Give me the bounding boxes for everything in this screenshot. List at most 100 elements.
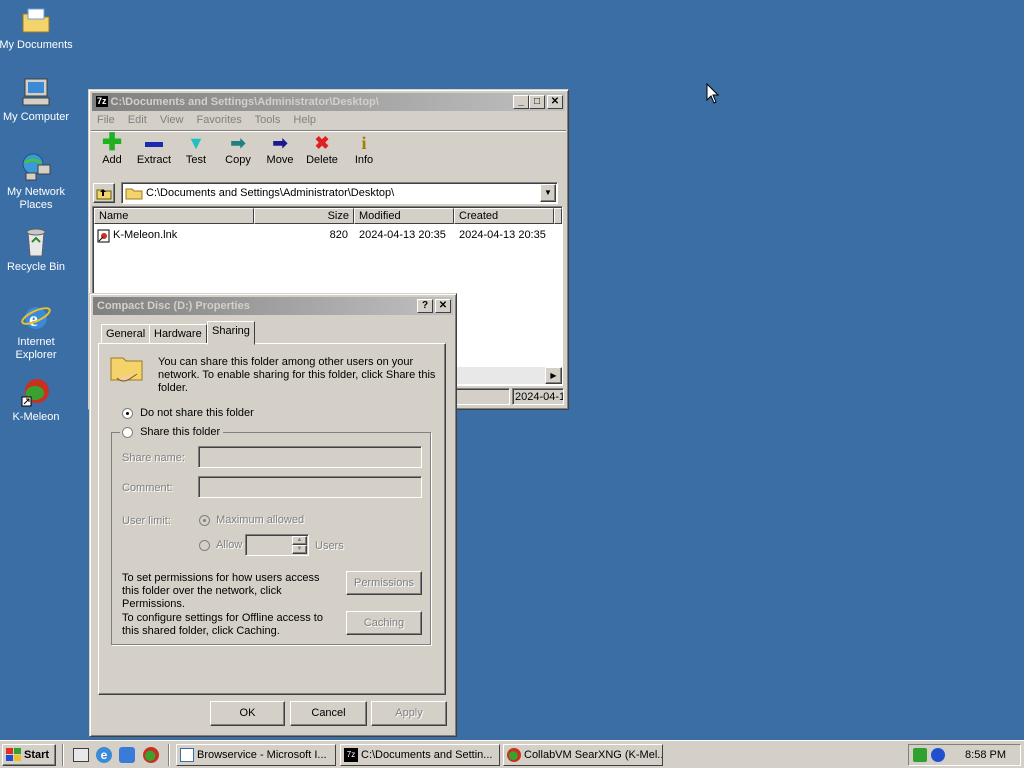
taskbar-separator [168,744,170,766]
radio-button[interactable] [199,539,210,551]
permissions-button[interactable]: Permissions [346,571,422,595]
move-arrow-icon: ➡ [272,133,288,153]
folder-icon [125,188,143,200]
toolbar-extract-button[interactable]: Extract [134,132,174,166]
radio-label: Do not share this folder [140,407,254,419]
file-manager-titlebar[interactable]: 7z C:\Documents and Settings\Administrato… [92,93,565,111]
radio-button[interactable] [122,407,133,419]
desktop-icon-label: Internet Explorer [15,336,57,361]
cell-size: 820 [329,229,348,241]
desktop-icon-recycle-bin[interactable]: Recycle Bin [0,226,74,274]
info-icon: i [361,133,367,153]
menu-file[interactable]: File [97,114,115,126]
taskbar-task-file-manager[interactable]: 7z C:\Documents and Settin... [340,744,500,766]
toolbar-copy-button[interactable]: ➡ Copy [218,132,258,166]
menu-tools[interactable]: Tools [255,114,281,126]
table-row[interactable]: K-Meleon.lnk 820 2024-04-13 20:35 2024-0… [95,228,560,244]
up-folder-icon [96,189,112,200]
desktop-icon-label: K-Meleon [12,411,60,423]
radio-button[interactable] [199,514,210,526]
maximize-button[interactable]: □ [529,95,545,109]
toolbar-add-button[interactable]: ✚ Add [92,131,132,167]
address-combobox[interactable]: C:\Documents and Settings\Administrator\… [121,182,558,204]
menu-favorites[interactable]: Favorites [197,114,242,126]
toolbar-info-button[interactable]: i Info [344,132,384,166]
radio-allow[interactable]: Allow [199,539,242,551]
radio-maximum-allowed[interactable]: Maximum allowed [199,514,304,526]
radio-do-not-share[interactable]: Do not share this folder [122,407,254,419]
close-button[interactable]: ✕ [435,299,451,313]
tab-hardware[interactable]: Hardware [149,324,207,344]
desktop-icon-internet-explorer[interactable]: e Internet Explorer [0,301,74,362]
folder-icon [20,4,52,36]
desktop-icon-my-documents[interactable]: My Documents [0,4,74,52]
close-button[interactable]: ✕ [547,95,563,109]
horizontal-scrollbar[interactable]: ▶ [455,367,562,384]
delete-x-icon: ✖ [314,133,330,153]
desktop-icon-my-computer[interactable]: My Computer [0,76,74,124]
messenger-tray-icon[interactable] [931,748,945,762]
minus-icon [134,132,174,154]
toolbar-move-button[interactable]: ➡ Move [260,132,300,166]
toolbar-test-button[interactable]: ▼ Test [176,132,216,166]
column-header-size[interactable]: Size [254,208,354,224]
radio-share-this-folder[interactable]: Share this folder [120,426,224,438]
dialog-title: Compact Disc (D:) Properties [97,300,250,312]
column-header-created[interactable]: Created [454,208,554,224]
scroll-right-button[interactable]: ▶ [545,367,562,384]
desktop-icon-k-meleon[interactable]: K-Meleon [0,376,74,424]
menu-view[interactable]: View [160,114,184,126]
column-header-extra[interactable] [554,208,562,224]
cell-name: K-Meleon.lnk [113,229,178,241]
cancel-button[interactable]: Cancel [290,701,367,726]
desktop-icon-label: My Network Places [6,186,66,211]
radio-label: Maximum allowed [216,514,305,526]
shortcut-file-icon [97,229,110,243]
dialog-titlebar[interactable]: Compact Disc (D:) Properties ? ✕ [93,297,453,315]
toolbar-label: Extract [136,154,172,166]
menu-bar: File Edit View Favorites Tools Help [97,114,326,126]
menu-edit[interactable]: Edit [128,114,147,126]
minimize-button[interactable]: _ [513,95,529,109]
share-name-input[interactable] [198,446,422,468]
menu-help[interactable]: Help [293,114,316,126]
cell-created: 2024-04-13 20:35 [459,229,546,241]
taskbar-task-collabvm[interactable]: CollabVM SearXNG (K-Mel... [503,744,663,766]
quick-launch-k-meleon-icon[interactable] [143,747,159,763]
toolbar-label: Move [266,154,294,166]
spinner-up-button[interactable]: ▲ [292,536,307,545]
apply-button[interactable]: Apply [371,701,447,726]
ok-button[interactable]: OK [210,701,285,726]
windows-logo-icon [6,748,21,761]
comment-input[interactable] [198,476,422,498]
quick-launch-ie-icon[interactable]: e [96,747,112,763]
quick-launch-show-desktop-icon[interactable] [73,748,89,762]
internet-explorer-icon: e [20,301,52,333]
taskbar-task-browservice[interactable]: Browservice - Microsoft I... [176,744,336,766]
task-label: C:\Documents and Settin... [361,749,493,761]
computer-icon [20,76,52,108]
tab-general[interactable]: General [101,324,151,344]
network-tray-icon[interactable] [913,748,927,762]
toolbar-delete-button[interactable]: ✖ Delete [302,132,342,166]
toolbar-label: Copy [225,154,251,166]
test-icon: ▼ [187,133,205,153]
quick-launch-outlook-icon[interactable] [119,747,135,763]
column-header-name[interactable]: Name [94,208,254,224]
task-label: Browservice - Microsoft I... [197,749,327,761]
radio-button[interactable] [122,426,133,438]
help-button[interactable]: ? [417,299,433,313]
tab-sharing[interactable]: Sharing [207,321,255,345]
taskbar-separator [62,744,64,766]
desktop-icon-my-network-places[interactable]: My Network Places [0,151,74,212]
column-header-modified[interactable]: Modified [354,208,454,224]
7zip-app-icon: 7z [96,96,108,107]
cell-modified: 2024-04-13 20:35 [359,229,446,241]
caching-description: To configure settings for Offline access… [122,612,323,637]
caching-button[interactable]: Caching [346,611,422,635]
up-folder-button[interactable] [93,183,115,203]
spinner-down-button[interactable]: ▼ [292,545,307,554]
clock[interactable]: 8:58 PM [965,749,1006,761]
address-dropdown-button[interactable]: ▼ [540,184,556,202]
start-button[interactable]: Start [2,744,56,766]
